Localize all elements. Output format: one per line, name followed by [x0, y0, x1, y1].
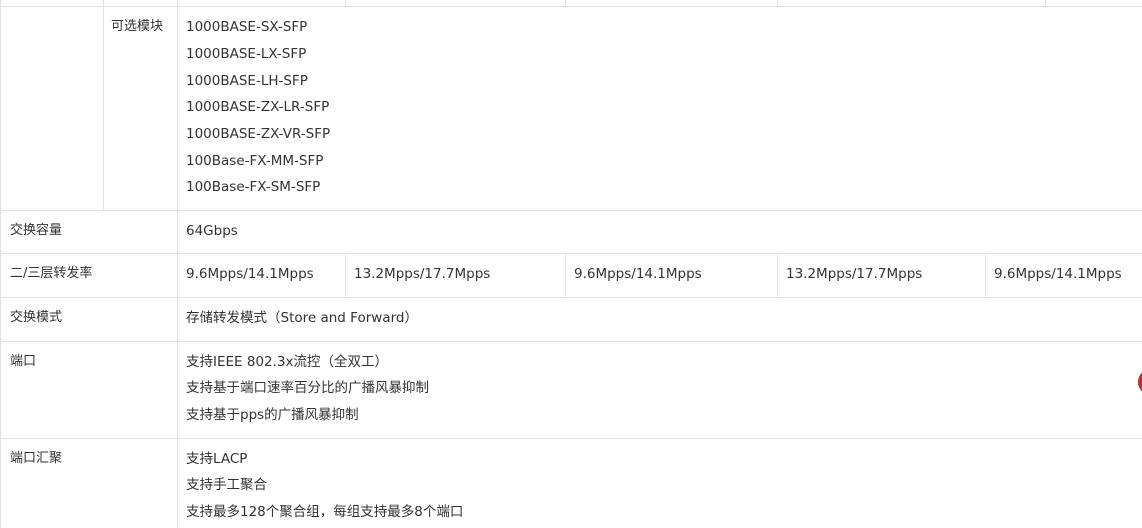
switching-capacity-label: 交换容量 — [10, 223, 63, 238]
forwarding-rate-value: 9.6Mpps/14.1Mpps — [994, 266, 1122, 282]
floating-action-button[interactable] — [1138, 369, 1142, 395]
col-divider — [345, 253, 346, 297]
module-item: 1000BASE-ZX-LR-SFP — [186, 99, 330, 115]
col-divider — [777, 0, 778, 7]
col-divider — [565, 0, 566, 7]
module-item: 1000BASE-ZX-VR-SFP — [186, 126, 331, 142]
col-divider — [985, 253, 986, 297]
port-label: 端口 — [10, 354, 37, 369]
optional-modules-label: 可选模块 — [111, 19, 164, 34]
aggregation-feature: 支持手工聚合 — [186, 477, 267, 493]
module-item: 100Base-FX-SM-SFP — [186, 179, 321, 195]
col-divider — [1045, 0, 1046, 7]
switching-capacity-value: 64Gbps — [186, 223, 238, 239]
row-divider — [0, 210, 1142, 211]
port-feature: 支持基于端口速率百分比的广播风暴抑制 — [186, 380, 429, 396]
col-divider — [0, 0, 1, 528]
forwarding-rate-label: 二/三层转发率 — [10, 266, 93, 281]
forwarding-rate-value: 13.2Mpps/17.7Mpps — [786, 266, 923, 282]
forwarding-rate-value: 9.6Mpps/14.1Mpps — [186, 266, 314, 282]
module-item: 100Base-FX-MM-SFP — [186, 153, 324, 169]
forwarding-rate-value: 13.2Mpps/17.7Mpps — [354, 266, 491, 282]
row-divider — [0, 6, 1142, 7]
row-divider — [0, 297, 1142, 298]
module-item: 1000BASE-SX-SFP — [186, 19, 308, 35]
row-divider — [0, 438, 1142, 439]
module-item: 1000BASE-LH-SFP — [186, 73, 308, 89]
port-aggregation-label: 端口汇聚 — [10, 451, 63, 466]
col-divider — [103, 0, 104, 210]
row-divider — [0, 341, 1142, 342]
module-item: 1000BASE-LX-SFP — [186, 46, 307, 62]
aggregation-feature: 支持最多128个聚合组，每组支持最多8个端口 — [186, 504, 464, 520]
col-divider — [565, 253, 566, 297]
col-divider — [177, 0, 178, 528]
aggregation-feature: 支持LACP — [186, 451, 248, 467]
port-feature: 支持IEEE 802.3x流控（全双工） — [186, 354, 388, 370]
row-divider — [0, 253, 1142, 254]
switching-mode-value: 存储转发模式（Store and Forward） — [186, 310, 418, 326]
col-divider — [345, 0, 346, 7]
col-divider — [777, 253, 778, 297]
port-feature: 支持基于pps的广播风暴抑制 — [186, 407, 359, 423]
forwarding-rate-value: 9.6Mpps/14.1Mpps — [574, 266, 702, 282]
switching-mode-label: 交换模式 — [10, 310, 63, 325]
